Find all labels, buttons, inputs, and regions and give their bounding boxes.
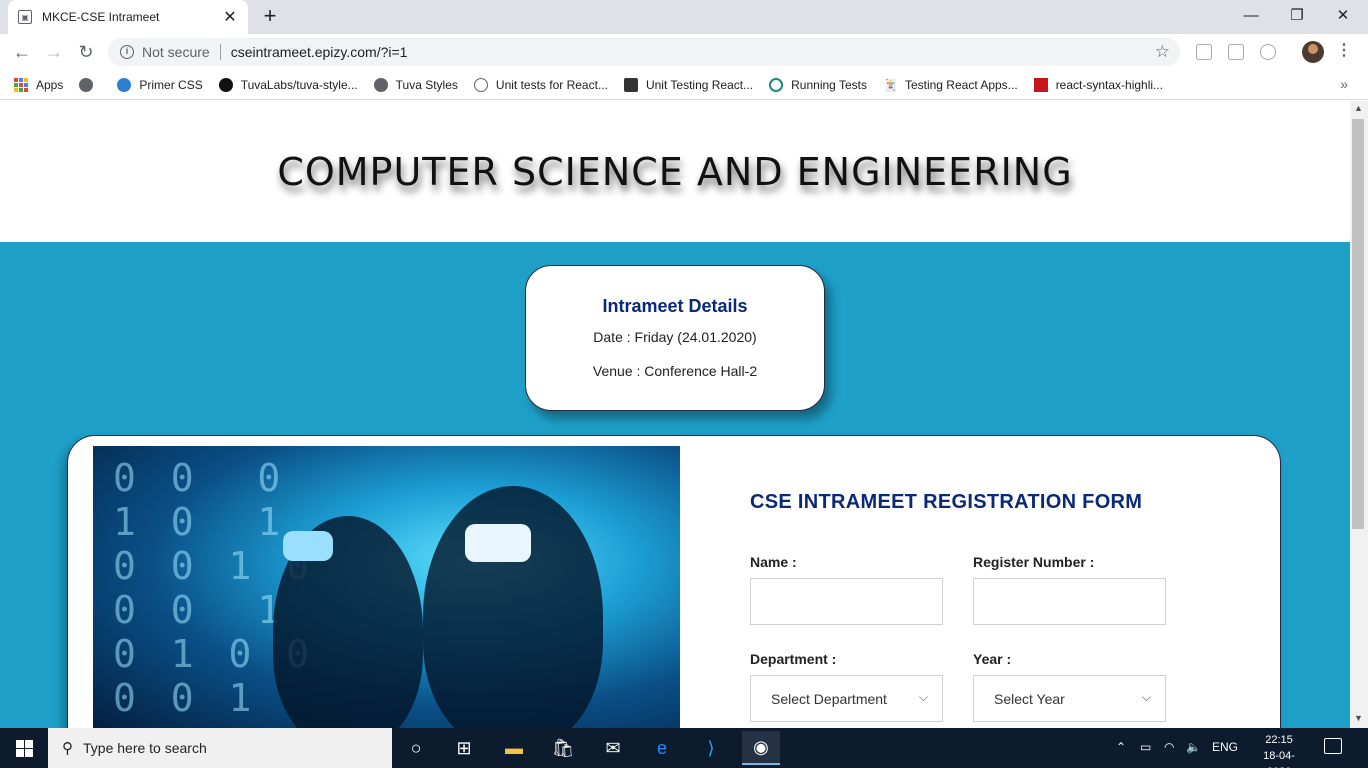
language-indicator[interactable]: ENG (1212, 740, 1238, 754)
site-favicon-icon: ▣ (18, 10, 32, 24)
department-label: Department : (750, 651, 837, 667)
clock-date: 18-04-2020 (1263, 750, 1295, 778)
tab-strip: ▣ MKCE-CSE Intrameet ✕ + — ❐ ✕ (0, 0, 1368, 34)
vr-banner-image: 0 0 0 1 0 1 0 0 1 0 0 0 1 0 1 0 0 0 0 1 (93, 446, 680, 728)
page-icon (623, 77, 638, 92)
search-placeholder: Type here to search (83, 740, 207, 756)
clock[interactable]: 22:15 18-04-2020 (1252, 732, 1306, 780)
mail-icon[interactable]: ✉ (599, 734, 627, 762)
store-icon[interactable]: 🛍 (549, 734, 577, 762)
bookmark-star-icon[interactable]: ☆ (1155, 42, 1170, 62)
taskbar: ⚲ Type here to search ○ ⊞ ▬ 🛍 ✉ e ⟩ ◉ ⌃ … (0, 728, 1368, 778)
battery-icon[interactable]: ▭ (1140, 740, 1151, 754)
globe-icon (473, 77, 488, 92)
details-venue: Venue : Conference Hall-2 (592, 363, 758, 379)
browser-toolbar: ← → ↻ i Not secure cseintrameet.epizy.co… (0, 34, 1368, 70)
github-icon (218, 77, 233, 92)
year-label: Year : (973, 651, 1012, 667)
file-explorer-icon[interactable]: ▬ (500, 734, 528, 762)
close-tab-icon[interactable]: ✕ (222, 7, 238, 27)
scroll-up-arrow-icon[interactable]: ▲ (1354, 103, 1363, 113)
apps-grid-icon (14, 77, 28, 92)
details-title: Intrameet Details (602, 296, 748, 316)
forward-button[interactable]: → (42, 40, 66, 64)
address-bar[interactable]: i Not secure cseintrameet.epizy.com/?i=1… (108, 38, 1180, 66)
department-select[interactable]: Select Department ⌵ (750, 675, 943, 722)
details-date: Date : Friday (24.01.2020) (593, 329, 757, 345)
department-selected-value: Select Department (771, 690, 887, 707)
scrollbar-thumb[interactable] (1352, 119, 1364, 529)
minimize-button[interactable]: — (1228, 0, 1274, 30)
web-page: COMPUTER SCIENCE AND ENGINEERING Intrame… (0, 101, 1350, 728)
security-label: Not secure (142, 44, 210, 60)
year-selected-value: Select Year (994, 690, 1065, 707)
npm-icon (1033, 77, 1048, 92)
bookmark-tuva-styles[interactable]: Tuva Styles (373, 77, 458, 92)
bookmark-unit-testing-react[interactable]: Unit Testing React... (623, 77, 753, 92)
bookmark-testing-react-apps[interactable]: 🃏 Testing React Apps... (883, 78, 1018, 92)
wifi-icon[interactable]: ◠ (1164, 740, 1174, 754)
page-scrollbar[interactable]: ▲ ▼ (1350, 101, 1368, 728)
divider (219, 44, 221, 60)
browser-tab[interactable]: ▣ MKCE-CSE Intrameet ✕ (8, 0, 248, 34)
extension-icon[interactable] (1196, 44, 1212, 60)
name-input[interactable] (750, 578, 943, 625)
info-icon[interactable]: i (120, 45, 134, 59)
bookmark-tuva-style[interactable]: TuvaLabs/tuva-style... (218, 77, 358, 92)
bookmark-react-syntax[interactable]: react-syntax-highli... (1033, 77, 1163, 92)
extension-icon[interactable] (1260, 44, 1276, 60)
chevron-down-icon: ⌵ (918, 690, 928, 704)
start-button[interactable] (0, 728, 48, 768)
year-select[interactable]: Select Year ⌵ (973, 675, 1166, 722)
github-icon (117, 77, 132, 92)
task-view-icon[interactable]: ⊞ (450, 734, 478, 762)
profile-avatar[interactable] (1302, 41, 1324, 63)
back-button[interactable]: ← (10, 40, 34, 64)
close-window-button[interactable]: ✕ (1320, 0, 1366, 30)
person-silhouette (423, 486, 603, 728)
chevron-down-icon: ⌵ (1141, 690, 1151, 704)
url-text[interactable]: cseintrameet.epizy.com/?i=1 (231, 44, 408, 60)
globe-icon (79, 77, 94, 92)
extension-icon[interactable] (1228, 44, 1244, 60)
restore-button[interactable]: ❐ (1274, 0, 1320, 30)
windows-logo-icon (15, 739, 33, 757)
notification-icon[interactable] (1324, 738, 1342, 754)
register-number-label: Register Number : (973, 554, 1095, 570)
tab-title: MKCE-CSE Intrameet (42, 10, 160, 24)
show-hidden-icons-icon[interactable]: ⌃ (1116, 740, 1126, 754)
bookmark-apps[interactable]: Apps (14, 77, 63, 92)
bookmark-globe[interactable] (79, 77, 101, 92)
bookmark-primer-css[interactable]: Primer CSS (117, 77, 203, 92)
bookmark-running-tests[interactable]: Running Tests (769, 77, 867, 92)
volume-icon[interactable]: 🔈 (1186, 740, 1201, 754)
edge-icon[interactable]: e (648, 734, 676, 762)
search-icon: ⚲ (62, 740, 73, 757)
intrameet-details-card: Intrameet Details Date : Friday (24.01.2… (525, 265, 825, 411)
page-title: COMPUTER SCIENCE AND ENGINEERING (277, 150, 1073, 194)
bookmarks-bar: Apps Primer CSS TuvaLabs/tuva-style... T… (0, 70, 1368, 100)
bookmark-unit-tests-react[interactable]: Unit tests for React... (473, 77, 608, 92)
new-tab-button[interactable]: + (258, 4, 282, 28)
name-label: Name : (750, 554, 797, 570)
jest-icon: 🃏 (882, 77, 898, 92)
vscode-icon[interactable]: ⟩ (697, 734, 725, 762)
vr-headset-shape (465, 524, 531, 562)
chrome-icon[interactable]: ◉ (742, 731, 780, 765)
vr-headset-shape (283, 531, 333, 561)
register-number-input[interactable] (973, 578, 1166, 625)
taskbar-search[interactable]: ⚲ Type here to search (48, 728, 392, 768)
form-title: CSE INTRAMEET REGISTRATION FORM (750, 491, 1143, 513)
scroll-down-arrow-icon[interactable]: ▼ (1354, 713, 1363, 723)
cortana-icon[interactable]: ○ (402, 734, 430, 762)
react-icon (769, 77, 784, 92)
globe-icon (373, 77, 388, 92)
registration-card: 0 0 0 1 0 1 0 0 1 0 0 0 1 0 1 0 0 0 0 1 … (67, 435, 1281, 728)
menu-kebab-icon[interactable]: ⋮ (1336, 42, 1352, 60)
page-header: COMPUTER SCIENCE AND ENGINEERING (0, 101, 1350, 242)
more-bookmarks-icon[interactable]: » (1340, 76, 1348, 92)
clock-time: 22:15 (1265, 734, 1293, 746)
reload-button[interactable]: ↻ (74, 40, 98, 64)
